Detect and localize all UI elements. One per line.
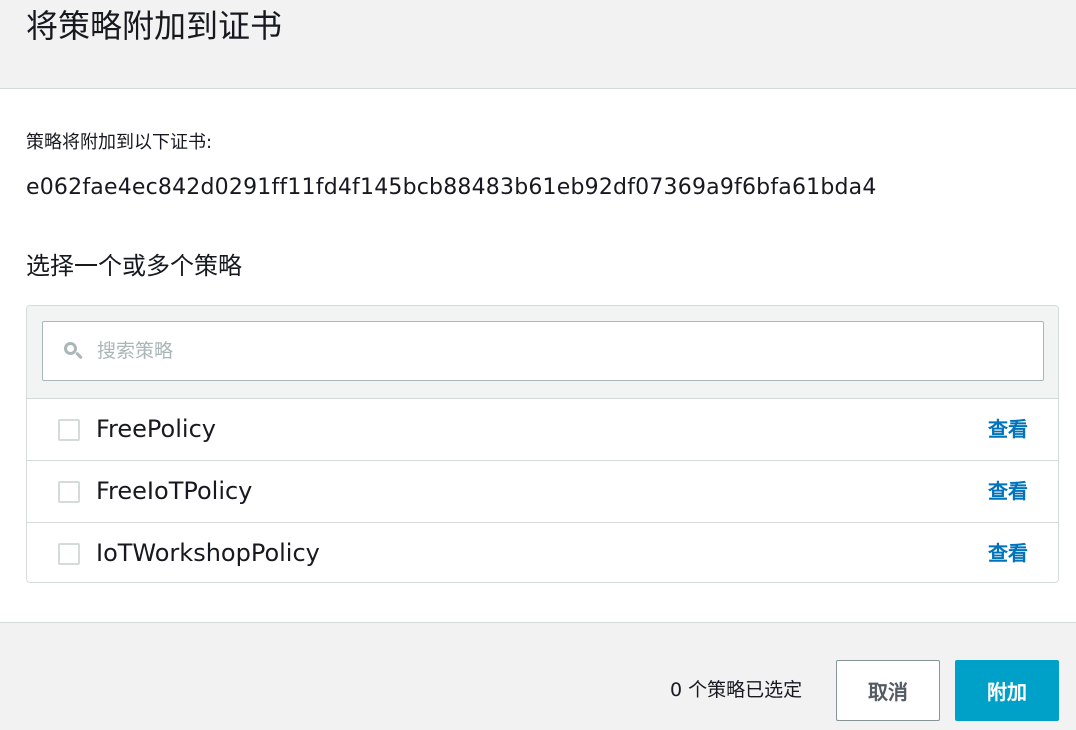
view-policy-link[interactable]: 查看 xyxy=(988,539,1028,567)
policy-row[interactable]: FreeIoTPolicy 查看 xyxy=(27,461,1058,523)
policy-checkbox[interactable] xyxy=(58,481,80,503)
dialog-footer: 0 个策略已选定 取消 附加 xyxy=(0,622,1076,730)
policy-checkbox[interactable] xyxy=(58,419,80,441)
certificate-id: e062fae4ec842d0291ff11fd4f145bcb88483b61… xyxy=(26,175,877,200)
dialog-header: 将策略附加到证书 xyxy=(0,0,1076,89)
policy-name: FreeIoTPolicy xyxy=(96,477,253,505)
view-policy-link[interactable]: 查看 xyxy=(988,477,1028,505)
policy-section-heading: 选择一个或多个策略 xyxy=(26,252,242,280)
attach-button[interactable]: 附加 xyxy=(955,660,1059,721)
policy-row[interactable]: IoTWorkshopPolicy 查看 xyxy=(27,523,1058,582)
policy-name: IoTWorkshopPolicy xyxy=(96,539,320,567)
selected-count-text: 0 个策略已选定 xyxy=(670,679,803,701)
intro-label: 策略将附加到以下证书: xyxy=(26,132,213,153)
search-box[interactable] xyxy=(42,321,1044,381)
policy-list-panel: FreePolicy 查看 FreeIoTPolicy 查看 IoTWorksh… xyxy=(26,305,1059,583)
policy-name: FreePolicy xyxy=(96,415,216,443)
search-input[interactable] xyxy=(97,331,997,371)
cancel-button[interactable]: 取消 xyxy=(836,660,940,721)
search-icon xyxy=(63,340,85,362)
dialog-title: 将策略附加到证书 xyxy=(26,7,283,45)
search-bar xyxy=(27,306,1058,399)
policy-row[interactable]: FreePolicy 查看 xyxy=(27,399,1058,461)
view-policy-link[interactable]: 查看 xyxy=(988,415,1028,443)
dialog-body: 策略将附加到以下证书: e062fae4ec842d0291ff11fd4f14… xyxy=(0,89,1076,622)
policy-checkbox[interactable] xyxy=(58,543,80,565)
